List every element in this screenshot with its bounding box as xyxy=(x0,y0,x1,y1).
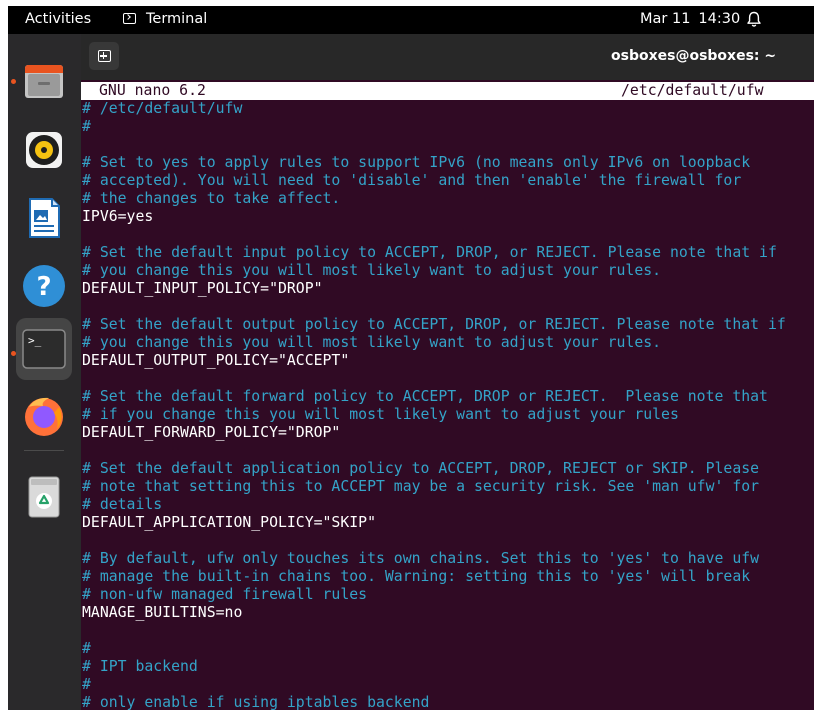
comment-line: # Set the default input policy to ACCEPT… xyxy=(82,244,777,261)
clock-date: Mar 11 xyxy=(640,11,691,27)
comment-line: # /etc/default/ufw xyxy=(82,100,243,117)
terminal-icon: >_ xyxy=(22,329,66,369)
file-content[interactable]: # /etc/default/ufw # # Set to yes to apply… xyxy=(82,100,786,710)
dock-separator xyxy=(24,450,64,451)
comment-line: # Set the default output policy to ACCEP… xyxy=(82,316,786,333)
dock-help[interactable]: ? xyxy=(16,258,72,314)
terminal-content[interactable]: GNU nano 6.2 /etc/default/ufw # /etc/def… xyxy=(81,80,814,710)
dock: ? >_ xyxy=(8,34,81,710)
comment-line: # xyxy=(82,676,91,693)
comment-line: # xyxy=(82,640,91,657)
comment-line: # you change this you will most likely w… xyxy=(82,262,662,279)
comment-line: # Set to yes to apply rules to support I… xyxy=(82,154,751,171)
dock-writer[interactable] xyxy=(16,190,72,246)
config-line: MANAGE_BUILTINS=no xyxy=(82,604,243,621)
dock-trash[interactable] xyxy=(16,468,72,524)
app-menu-label: Terminal xyxy=(146,11,208,27)
comment-line: # the changes to take affect. xyxy=(82,190,341,207)
nano-filename: /etc/default/ufw xyxy=(621,82,764,99)
terminal-title: osboxes@osboxes: ~ xyxy=(611,48,777,64)
new-tab-button[interactable] xyxy=(89,42,119,70)
comment-line: # non-ufw managed firewall rules xyxy=(82,586,368,603)
config-line: IPV6=yes xyxy=(82,208,154,225)
desktop: Activities Terminal Mar 11 14:30 ? >_ os… xyxy=(8,6,814,710)
comment-line: # xyxy=(82,118,91,135)
comment-line: # Set the default application policy to … xyxy=(82,460,760,477)
config-line: DEFAULT_INPUT_POLICY="DROP" xyxy=(82,280,323,297)
terminal-app-icon xyxy=(123,13,136,24)
comment-line: # details xyxy=(82,496,163,513)
comment-line: # only enable if using iptables backend xyxy=(82,694,430,710)
help-icon: ? xyxy=(23,265,65,307)
svg-text:>_: >_ xyxy=(28,334,42,347)
comment-line: # accepted). You will need to 'disable' … xyxy=(82,172,742,189)
config-line: DEFAULT_OUTPUT_POLICY="ACCEPT" xyxy=(82,352,350,369)
svg-text:?: ? xyxy=(36,272,51,302)
comment-line: # Set the default forward policy to ACCE… xyxy=(82,388,768,405)
top-bar: Activities Terminal Mar 11 14:30 xyxy=(8,6,814,34)
nano-titlebar: GNU nano 6.2 /etc/default/ufw xyxy=(81,82,814,100)
nano-version: GNU nano 6.2 xyxy=(99,82,206,99)
config-line: DEFAULT_FORWARD_POLICY="DROP" xyxy=(82,424,341,441)
config-line: DEFAULT_APPLICATION_POLICY="SKIP" xyxy=(82,514,376,531)
new-tab-icon xyxy=(97,50,111,62)
dock-firefox[interactable] xyxy=(16,388,72,444)
comment-line: # if you change this you will most likel… xyxy=(82,406,679,423)
files-icon xyxy=(25,65,63,98)
notification-bell-icon[interactable] xyxy=(746,11,762,28)
activities-button[interactable]: Activities xyxy=(25,11,91,27)
firefox-icon xyxy=(25,397,63,436)
writer-icon xyxy=(29,198,60,238)
comment-line: # By default, ufw only touches its own c… xyxy=(82,550,760,567)
comment-line: # note that setting this to ACCEPT may b… xyxy=(82,478,760,495)
clock-time: 14:30 xyxy=(698,11,741,27)
clock-button[interactable]: Mar 11 14:30 xyxy=(640,11,748,27)
terminal-headerbar: osboxes@osboxes: ~ xyxy=(81,34,814,80)
dock-terminal[interactable]: >_ xyxy=(16,318,72,380)
comment-line: # IPT backend xyxy=(82,658,198,675)
dock-rhythmbox[interactable] xyxy=(16,122,72,178)
dock-files[interactable] xyxy=(16,54,72,110)
trash-icon xyxy=(28,476,60,518)
comment-line: # you change this you will most likely w… xyxy=(82,334,662,351)
rhythmbox-icon xyxy=(26,132,62,168)
comment-line: # manage the built-in chains too. Warnin… xyxy=(82,568,751,585)
